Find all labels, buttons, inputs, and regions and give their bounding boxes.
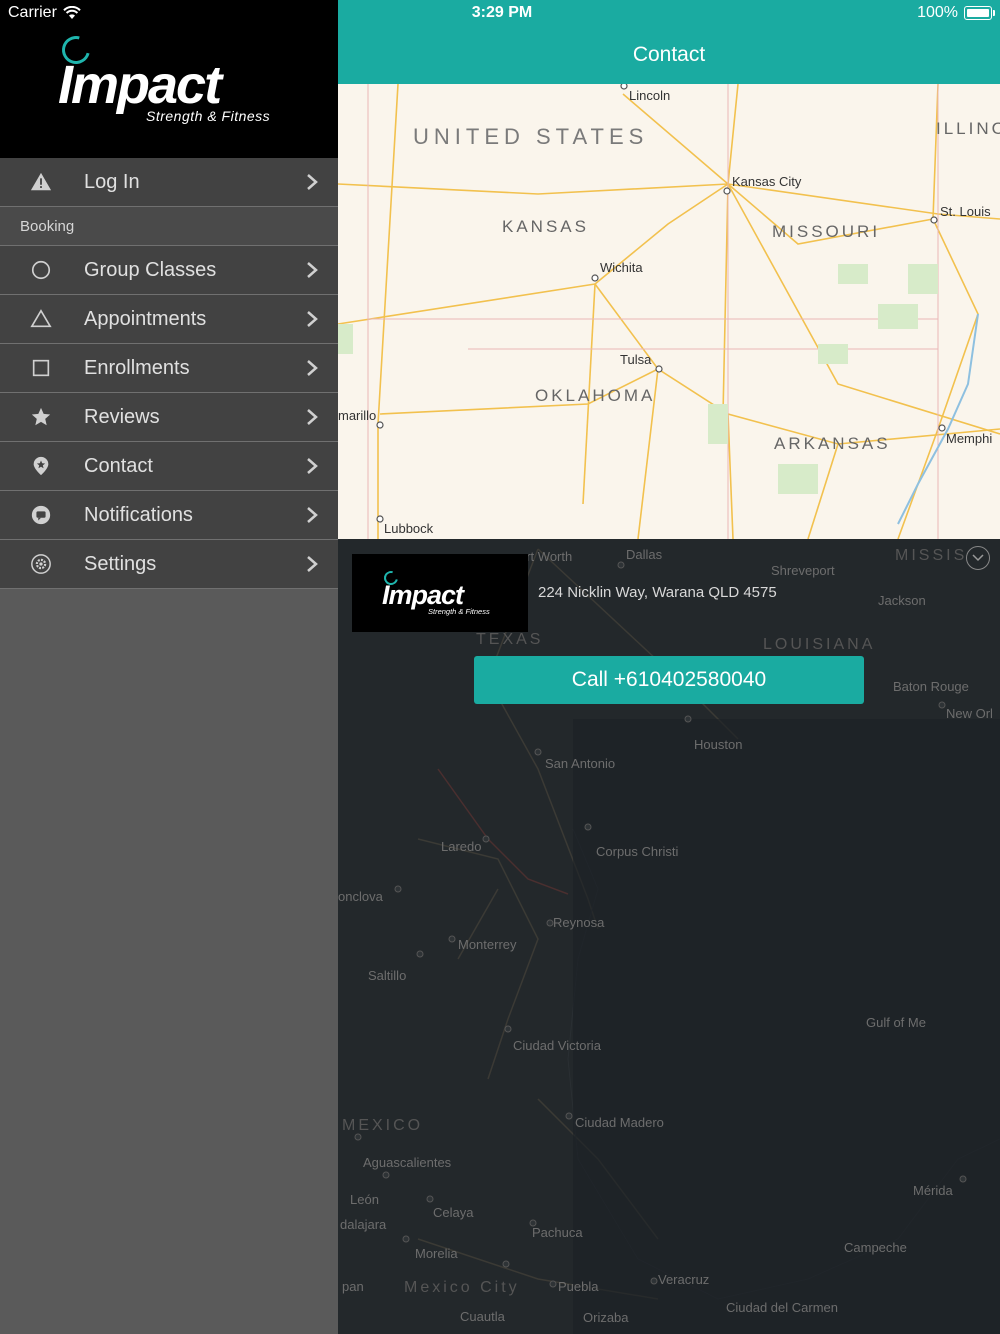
warning-icon bbox=[0, 171, 84, 193]
map-label-mexico-city: Mexico City bbox=[404, 1279, 520, 1296]
map-label-texas: TEXAS bbox=[476, 631, 544, 648]
map-light-region: UNITED STATES ILLINO KANSAS MISSOURI OKL… bbox=[338, 84, 1000, 539]
sidebar-item-group-classes[interactable]: Group Classes bbox=[0, 246, 338, 295]
call-button[interactable]: Call +610402580040 bbox=[474, 656, 864, 704]
map-label-puebla: Puebla bbox=[558, 1279, 599, 1294]
map-label-san-antonio: San Antonio bbox=[545, 756, 616, 771]
sidebar-item-label: Appointments bbox=[84, 307, 207, 330]
map-label-orizaba: Orizaba bbox=[583, 1310, 629, 1325]
map-label-reynosa: Reynosa bbox=[553, 915, 605, 930]
square-icon bbox=[0, 357, 84, 379]
map-label-saltillo: Saltillo bbox=[368, 968, 407, 983]
map-label-laredo: Laredo bbox=[441, 839, 482, 854]
battery-icon bbox=[964, 6, 995, 20]
map-label-leon: León bbox=[350, 1192, 379, 1207]
sidebar-item-enrollments[interactable]: Enrollments bbox=[0, 344, 338, 393]
page-title: Contact bbox=[632, 43, 706, 66]
map-view[interactable]: UNITED STATES ILLINO KANSAS MISSOURI OKL… bbox=[338, 84, 1000, 1334]
map-label-pachuca: Pachuca bbox=[532, 1225, 583, 1240]
sidebar-item-label: Contact bbox=[84, 454, 153, 477]
chevron-right-icon bbox=[286, 457, 338, 475]
section-header-booking: Booking bbox=[0, 207, 338, 246]
chevron-right-icon bbox=[286, 506, 338, 524]
gear-icon bbox=[0, 553, 84, 575]
map-label-pan: pan bbox=[342, 1279, 364, 1294]
sidebar-item-appointments[interactable]: Appointments bbox=[0, 295, 338, 344]
triangle-icon bbox=[0, 308, 84, 330]
chat-bubble-icon bbox=[0, 504, 84, 526]
sidebar-item-label: Reviews bbox=[84, 405, 160, 428]
map-label-veracruz: Veracruz bbox=[658, 1272, 710, 1287]
status-bar-time: 3:29 PM bbox=[471, 4, 533, 21]
location-pin-icon bbox=[0, 455, 84, 477]
status-bar-carrier: Carrier bbox=[8, 4, 81, 22]
status-bar-battery: 100% bbox=[917, 4, 995, 22]
map-label-celaya: Celaya bbox=[433, 1205, 474, 1220]
battery-label: 100% bbox=[917, 4, 958, 21]
chevron-right-icon bbox=[286, 555, 338, 573]
map-label-ciudad-victoria: Ciudad Victoria bbox=[513, 1038, 601, 1053]
sidebar-item-contact[interactable]: Contact bbox=[0, 442, 338, 491]
map-label-baton-rouge: Baton Rouge bbox=[893, 679, 969, 694]
map-label-merida: Mérida bbox=[913, 1183, 953, 1198]
contact-logo: Impact Strength & Fitness bbox=[352, 554, 528, 632]
sidebar-item-login[interactable]: Log In bbox=[0, 158, 338, 207]
map-label-corpus-christi: Corpus Christi bbox=[596, 844, 679, 859]
logo-wordmark: Impact bbox=[58, 55, 222, 115]
map-label-jackson: Jackson bbox=[878, 593, 926, 608]
chevron-right-icon bbox=[286, 408, 338, 426]
sidebar-item-notifications[interactable]: Notifications bbox=[0, 491, 338, 540]
logo-tagline: Strength & Fitness bbox=[428, 607, 490, 616]
sidebar-item-reviews[interactable]: Reviews bbox=[0, 393, 338, 442]
map-label-new-orleans: New Orl bbox=[946, 706, 993, 721]
map-label-monterrey: Monterrey bbox=[458, 937, 517, 952]
main-content: Contact UNITED STATES ILLIN KANSAS MISSO… bbox=[338, 0, 1000, 1334]
sidebar-item-label: Enrollments bbox=[84, 356, 190, 379]
chevron-right-icon bbox=[286, 359, 338, 377]
sidebar-item-label: Settings bbox=[84, 552, 157, 575]
chevron-right-icon bbox=[286, 261, 338, 279]
sidebar-item-label: Log In bbox=[84, 170, 140, 193]
map-label-ciudad-del-carmen: Ciudad del Carmen bbox=[726, 1300, 839, 1315]
logo-tagline: Strength & Fitness bbox=[146, 108, 271, 124]
map-label-guadalajara: dalajara bbox=[340, 1217, 387, 1232]
map-city-markers bbox=[376, 84, 946, 523]
carrier-label: Carrier bbox=[8, 4, 57, 21]
map-label-houston: Houston bbox=[694, 737, 743, 752]
chevron-right-icon bbox=[286, 173, 338, 191]
map-label-aguascalientes: Aguascalientes bbox=[363, 1155, 452, 1170]
brand-logo: Impact Strength & Fitness bbox=[0, 0, 338, 158]
map-label-campeche: Campeche bbox=[844, 1240, 907, 1255]
map-label-dallas: Dallas bbox=[626, 547, 663, 562]
sidebar-item-label: Group Classes bbox=[84, 258, 217, 281]
map-label-gulf: Gulf of Me bbox=[866, 1015, 926, 1030]
chevron-down-icon bbox=[972, 554, 984, 562]
sidebar-item-settings[interactable]: Settings bbox=[0, 540, 338, 589]
map-label-monclova: onclova bbox=[338, 889, 383, 904]
wifi-icon bbox=[63, 6, 81, 19]
map-label-ciudad-madero: Ciudad Madero bbox=[575, 1115, 664, 1130]
collapse-button[interactable] bbox=[966, 546, 990, 570]
contact-address: 224 Nicklin Way, Warana QLD 4575 bbox=[538, 584, 777, 601]
map-label-shreveport: Shreveport bbox=[771, 563, 835, 578]
sidebar-item-label: Notifications bbox=[84, 503, 193, 526]
circle-icon bbox=[0, 259, 84, 281]
star-icon bbox=[0, 406, 84, 428]
map-label-mexico: MEXICO bbox=[342, 1117, 424, 1134]
map-label-mississippi: MISSIS bbox=[895, 547, 968, 564]
chevron-right-icon bbox=[286, 310, 338, 328]
map-label-louisiana: LOUISIANA bbox=[763, 636, 876, 653]
map-label-cuautla: Cuautla bbox=[460, 1309, 505, 1324]
sidebar: Impact Strength & Fitness Log In Booking… bbox=[0, 0, 338, 1334]
map-label-morelia: Morelia bbox=[415, 1246, 458, 1261]
